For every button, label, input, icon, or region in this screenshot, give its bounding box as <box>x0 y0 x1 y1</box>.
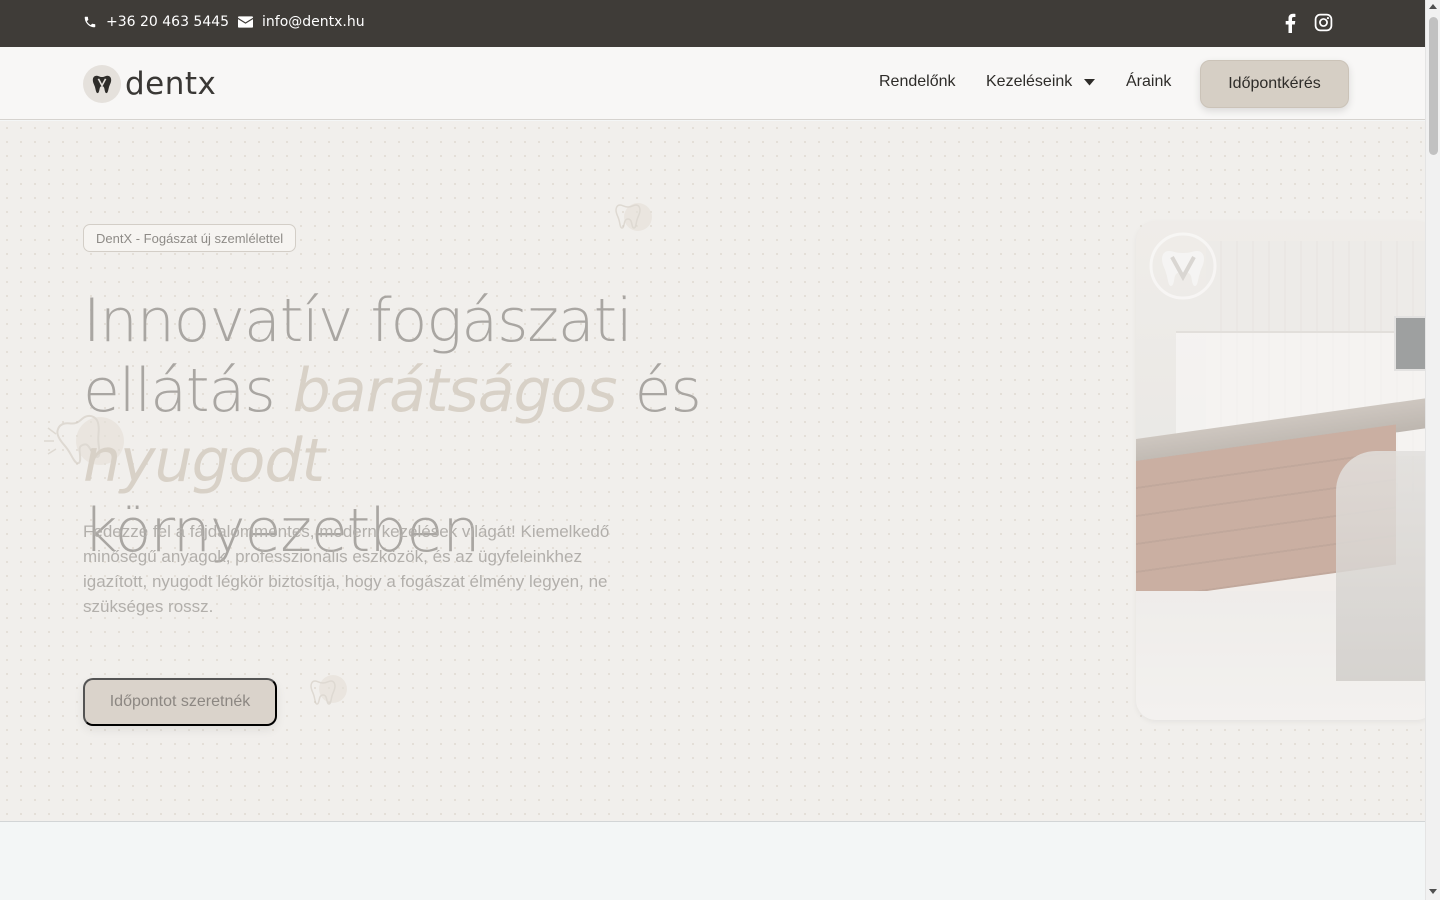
top-contact-bar: +36 20 463 5445 info@dentx.hu <box>0 0 1425 47</box>
caret-down-icon[interactable] <box>1084 73 1096 91</box>
hero-lead-text: Fedezze fel a fájdalommentes, modern kez… <box>83 522 610 616</box>
nav-link-rendelonk[interactable]: Rendelőnk <box>879 73 956 91</box>
hero-appointment-button[interactable]: Időpontot szeretnék <box>83 678 277 726</box>
tooth-decoration-icon <box>305 671 351 715</box>
envelope-icon <box>238 16 253 28</box>
hero-badge: DentX - Fogászat új szemlélettel <box>83 224 297 252</box>
tooth-logo-icon <box>83 65 121 103</box>
phone-number: +36 20 463 5445 <box>106 14 230 30</box>
email-contact[interactable]: info@dentx.hu <box>238 14 365 30</box>
headline-line-1: Innovatív fogászati <box>83 286 633 356</box>
site-header: dentx Rendelőnk Kezeléseink Áraink Időpo… <box>0 47 1425 120</box>
instagram-icon[interactable] <box>1314 13 1333 32</box>
scrollbar-thumb[interactable] <box>1429 17 1438 155</box>
email-address: info@dentx.hu <box>262 14 365 30</box>
tooth-decoration-icon <box>612 197 654 239</box>
scroll-up-arrow-icon[interactable] <box>1429 4 1437 9</box>
facebook-icon[interactable] <box>1284 13 1296 33</box>
nav-link-kezeleseink-label: Kezeléseink <box>986 73 1073 90</box>
phone-icon <box>83 15 97 29</box>
headline-accent-baratsagos: barátságos <box>292 356 618 426</box>
page-scrollbar[interactable] <box>1425 0 1440 900</box>
site-logo[interactable]: dentx <box>83 65 216 103</box>
appointment-button[interactable]: Időpontkérés <box>1200 60 1349 108</box>
hero-section: DentX - Fogászat új szemlélettel Innovat… <box>0 121 1425 821</box>
headline-line-2a: ellátás <box>83 356 293 426</box>
next-section <box>0 821 1425 900</box>
nav-link-kezeleseink[interactable]: Kezeléseink <box>986 73 1096 91</box>
headline-accent-nyugodt: nyugodt <box>83 426 325 496</box>
nav-link-araink[interactable]: Áraink <box>1126 73 1171 91</box>
scroll-down-arrow-icon[interactable] <box>1429 889 1437 894</box>
headline-line-2b: és <box>616 356 702 426</box>
phone-contact[interactable]: +36 20 463 5445 <box>83 14 229 30</box>
logo-wordmark: dentx <box>125 66 217 102</box>
clinic-photo <box>1136 221 1425 720</box>
